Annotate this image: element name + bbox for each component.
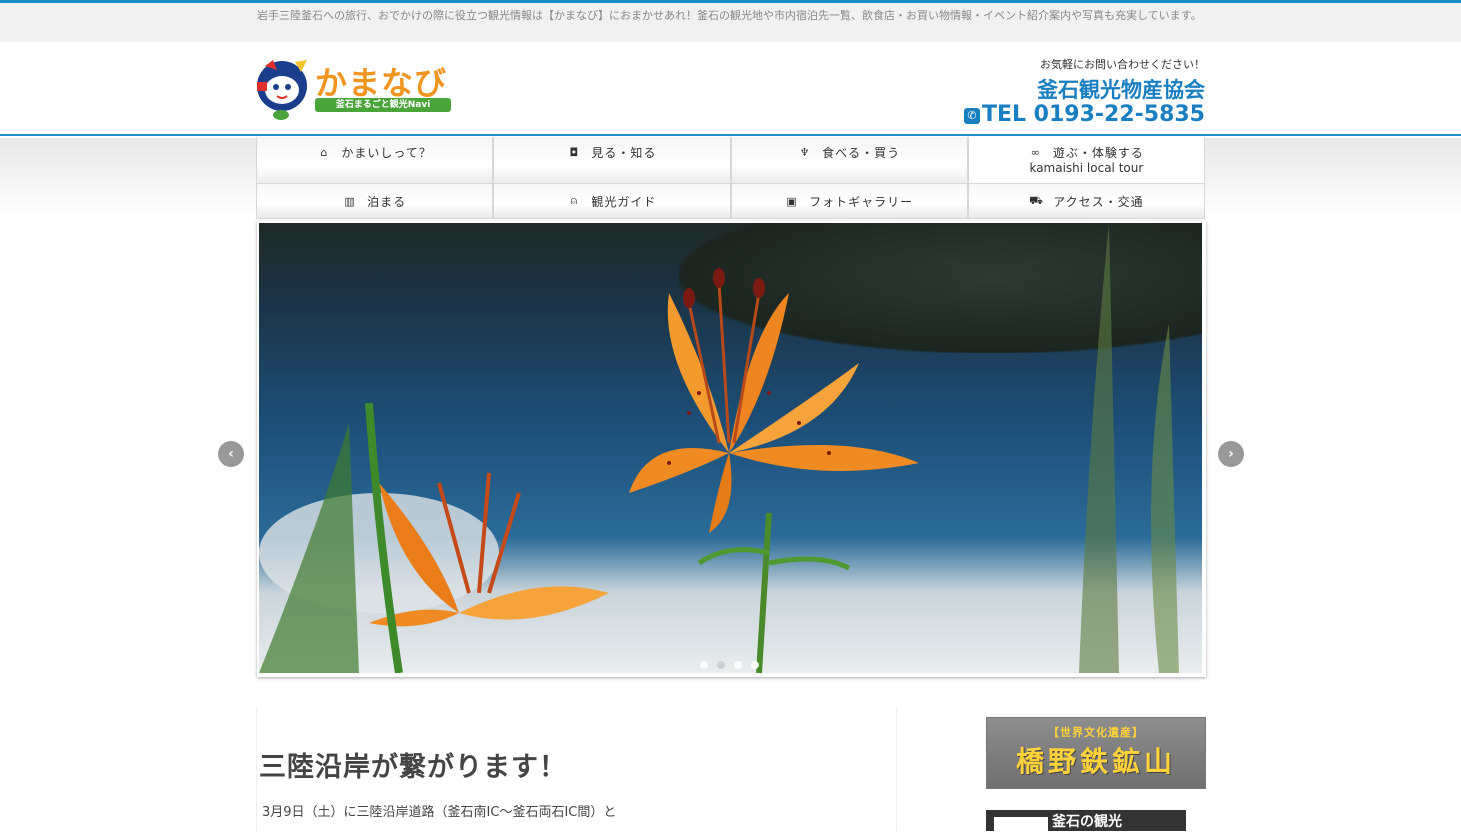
contact-phone-number: TEL 0193-22-5835 [981,102,1205,127]
post-body: 3月9日（土）に三陸沿岸道路（釜石南IC～釜石両石IC間）と [262,805,617,820]
slider-pagination [700,661,759,669]
nav-item-eat[interactable]: ♆ 食べる・買う [730,137,968,184]
sidebar-banner-kamaishi-tourism[interactable]: 釜石の観光 [986,810,1186,831]
slider-next-button[interactable]: › [1218,441,1244,467]
nav-label: 観光ガイド [591,194,657,209]
nav-label: フォトギャラリー [809,194,914,209]
nav-item-about[interactable]: ⌂ かまいしって？ [256,137,494,184]
image-icon: ▣ [786,194,798,208]
phone-icon: ✆ [963,108,980,124]
logo-subtitle: 釜石まるごと観光Navi [315,98,451,112]
post-article: 三陸沿岸が繋がります！ 3月9日（土）に三陸沿岸道路（釜石南IC～釜石両石IC間… [256,707,897,831]
top-strip: 岩手三陸釜石への旅行、おでかけの際に役立つ観光情報は【かまなび】におまかせあれ！… [0,0,1461,42]
nav-label: かまいしって？ [341,145,432,160]
lily-illustration [259,223,1179,673]
camera-icon: ◘ [569,145,580,159]
slider-dot-2[interactable] [717,661,725,669]
site-logo[interactable]: かまなび 釜石まるごと観光Navi [255,58,455,122]
nav-label: 見る・知る [591,145,657,160]
site-header: かまなび 釜石まるごと観光Navi お気軽にお問い合わせください！ 釜石観光物産… [0,42,1461,136]
banner-logo [994,817,1048,831]
nav-item-play[interactable]: ∞ 遊ぶ・体験する kamaishi local tour [967,137,1205,184]
building-icon: ▥ [344,194,356,208]
hero-slider [257,221,1206,677]
nav-item-gallery[interactable]: ▣ フォトギャラリー [730,184,968,219]
nav-item-guide[interactable]: ⍝ 観光ガイド [493,184,731,219]
slider-dot-1[interactable] [700,661,708,669]
site-tagline: 岩手三陸釜石への旅行、おでかけの際に役立つ観光情報は【かまなび】におまかせあれ！… [257,9,1202,22]
cutlery-icon: ♆ [799,145,811,159]
slider-dot-4[interactable] [751,661,759,669]
nav-item-access[interactable]: ⛟ アクセス・交通 [967,184,1205,219]
main-nav: ⌂ かまいしって？ ◘ 見る・知る ♆ 食べる・買う ∞ 遊ぶ・体験する kamaish… [256,137,1205,219]
nav-label: 泊まる [367,194,407,209]
car-icon: ⛟ [1029,193,1045,207]
contact-organization: 釜石観光物産協会 [1037,78,1205,102]
slide-image-tiger-lily [259,223,1202,673]
nav-label: 食べる・買う [822,145,901,160]
mascot-icon [257,60,307,120]
bicycle-icon: ∞ [1030,145,1041,159]
post-title[interactable]: 三陸沿岸が繋がります！ [259,745,567,784]
nav-label: 遊ぶ・体験する [1052,145,1144,160]
sidebar-banner-hashino[interactable]: 【世界文化遺産】 橋野鉄鉱山 [986,717,1206,789]
banner-heading: 【世界文化遺産】 [1048,726,1144,739]
banner-title: 釜石の観光 [1052,814,1122,830]
contact-block: お気軽にお問い合わせください！ 釜石観光物産協会 ✆ TEL 0193-22-58… [963,56,1205,127]
nav-item-stay[interactable]: ▥ 泊まる [256,184,494,219]
contact-note: お気軽にお問い合わせください！ [1040,58,1205,71]
slider-prev-button[interactable]: ‹ [218,441,244,467]
slider-dot-3[interactable] [734,661,742,669]
binoculars-icon: ⍝ [570,194,579,207]
contact-phone[interactable]: ✆ TEL 0193-22-5835 [963,102,1205,127]
home-icon: ⌂ [320,145,329,159]
banner-title: 橋野鉄鉱山 [1015,745,1176,778]
nav-sublabel: kamaishi local tour [1029,160,1144,175]
nav-item-see[interactable]: ◘ 見る・知る [493,137,731,184]
nav-label: アクセス・交通 [1053,194,1144,209]
